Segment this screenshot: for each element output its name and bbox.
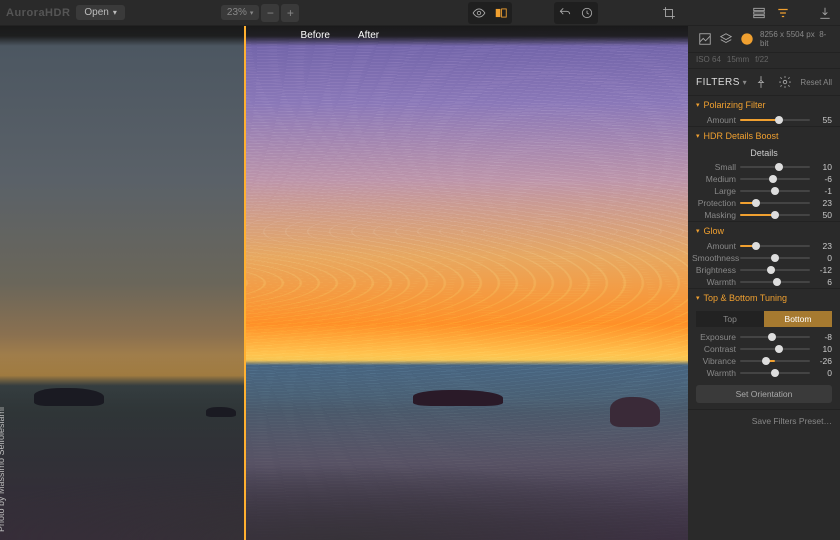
top-toolbar: AuroraHDR Open 23% − + (0, 0, 840, 26)
filters-title[interactable]: FILTERS (696, 77, 747, 88)
undo-icon[interactable] (556, 4, 574, 22)
slider-hdr-small[interactable]: Small10 (688, 161, 840, 173)
image-viewport[interactable]: Before After Photo by Massimo Seifolesla… (0, 26, 688, 540)
export-icon[interactable] (816, 4, 834, 22)
open-button[interactable]: Open (76, 5, 124, 20)
after-label: After (344, 26, 688, 46)
slider-polarizing-amount[interactable]: Amount 55 (688, 114, 840, 126)
compare-icon[interactable] (492, 4, 510, 22)
slider-glow-amount[interactable]: Amount23 (688, 240, 840, 252)
slider-glow-smoothness[interactable]: Smoothness0 (688, 252, 840, 264)
section-polarizing-header[interactable]: Polarizing Filter (688, 96, 840, 114)
section-glow-header[interactable]: Glow (688, 222, 840, 240)
zoom-out-button[interactable]: − (261, 4, 279, 22)
slider-hdr-protection[interactable]: Protection23 (688, 197, 840, 209)
filters-sidebar: 8256 x 5504 px 8-bit ISO 64 15mm f/22 FI… (688, 26, 840, 540)
slider-glow-warmth[interactable]: Warmth6 (688, 276, 840, 288)
photo-credit: Photo by Massimo Seifoleslami (0, 407, 6, 532)
main-area: Before After Photo by Massimo Seifolesla… (0, 26, 840, 540)
image-dimensions: 8256 x 5504 px (760, 30, 815, 39)
app-logo: AuroraHDR (6, 7, 70, 19)
histogram-icon[interactable] (696, 30, 713, 48)
compare-labels: Before After (0, 26, 688, 46)
meta-aperture: f/22 (755, 55, 768, 64)
layers-icon[interactable] (717, 30, 734, 48)
slider-tbt-warmth[interactable]: Warmth0 (688, 367, 840, 379)
filters-panel-icon[interactable] (774, 4, 792, 22)
pin-icon[interactable] (752, 73, 770, 91)
zoom-dropdown[interactable]: 23% (221, 5, 260, 20)
save-preset-button[interactable]: Save Filters Preset… (688, 410, 840, 434)
zoom-in-button[interactable]: + (281, 4, 299, 22)
meta-iso: ISO 64 (696, 55, 721, 64)
details-subheader: Details (688, 145, 840, 161)
slider-hdr-medium[interactable]: Medium-6 (688, 173, 840, 185)
tbt-top-toggle[interactable]: Top (696, 311, 764, 327)
section-tbt-header[interactable]: Top & Bottom Tuning (688, 289, 840, 307)
info-icon[interactable] (739, 30, 756, 48)
crop-icon[interactable] (660, 4, 678, 22)
gear-icon[interactable] (776, 73, 794, 91)
set-orientation-button[interactable]: Set Orientation (696, 385, 832, 403)
presets-icon[interactable] (750, 4, 768, 22)
eye-icon[interactable] (470, 4, 488, 22)
before-label: Before (0, 26, 344, 46)
slider-hdr-large[interactable]: Large-1 (688, 185, 840, 197)
compare-slider[interactable] (244, 26, 246, 540)
meta-lens: 15mm (727, 55, 749, 64)
section-hdr-header[interactable]: HDR Details Boost (688, 127, 840, 145)
reset-all-button[interactable]: Reset All (800, 78, 832, 87)
history-icon[interactable] (578, 4, 596, 22)
slider-tbt-contrast[interactable]: Contrast10 (688, 343, 840, 355)
slider-tbt-vibrance[interactable]: Vibrance-26 (688, 355, 840, 367)
tbt-bottom-toggle[interactable]: Bottom (764, 311, 832, 327)
slider-hdr-masking[interactable]: Masking50 (688, 209, 840, 221)
slider-tbt-exposure[interactable]: Exposure-8 (688, 331, 840, 343)
slider-glow-brightness[interactable]: Brightness-12 (688, 264, 840, 276)
